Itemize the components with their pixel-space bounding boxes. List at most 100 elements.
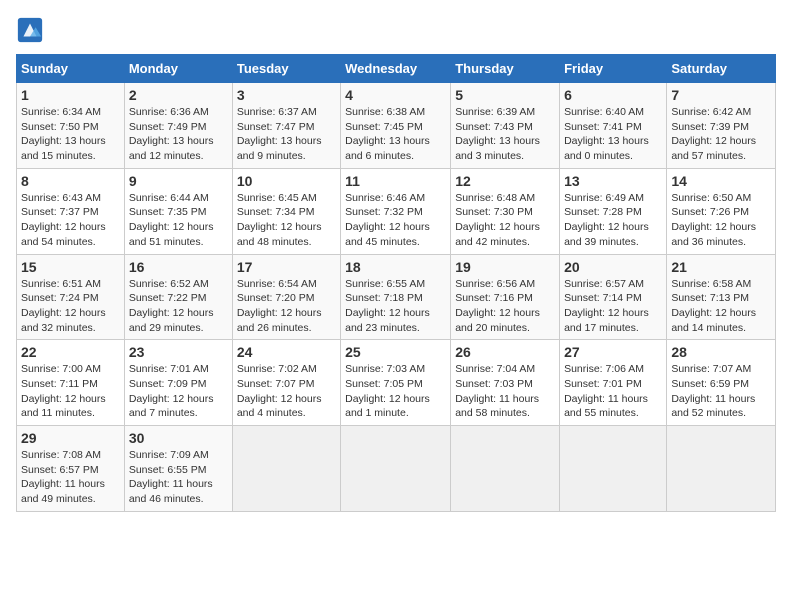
cell-text-line: Sunset: 7:13 PM xyxy=(671,291,771,306)
cell-text-line: Daylight: 12 hours xyxy=(129,392,228,407)
day-number: 27 xyxy=(564,344,662,360)
calendar-cell-26: 26Sunrise: 7:04 AMSunset: 7:03 PMDayligh… xyxy=(451,340,560,426)
day-number: 17 xyxy=(237,259,336,275)
cell-text-line: Daylight: 12 hours xyxy=(345,392,446,407)
calendar-cell-24: 24Sunrise: 7:02 AMSunset: 7:07 PMDayligh… xyxy=(232,340,340,426)
calendar-cell-empty xyxy=(560,426,667,512)
calendar-table: SundayMondayTuesdayWednesdayThursdayFrid… xyxy=(16,54,776,512)
weekday-header-tuesday: Tuesday xyxy=(232,55,340,83)
cell-text-line: and 29 minutes. xyxy=(129,321,228,336)
day-number: 9 xyxy=(129,173,228,189)
cell-text-line: Sunset: 7:03 PM xyxy=(455,377,555,392)
day-number: 7 xyxy=(671,87,771,103)
cell-text-line: and 1 minute. xyxy=(345,406,446,421)
cell-text-line: Sunrise: 6:57 AM xyxy=(564,277,662,292)
cell-text-line: Daylight: 11 hours xyxy=(564,392,662,407)
cell-text-line: and 39 minutes. xyxy=(564,235,662,250)
cell-text-line: and 0 minutes. xyxy=(564,149,662,164)
cell-text-line: Daylight: 12 hours xyxy=(345,306,446,321)
calendar-cell-20: 20Sunrise: 6:57 AMSunset: 7:14 PMDayligh… xyxy=(560,254,667,340)
cell-text-line: and 58 minutes. xyxy=(455,406,555,421)
cell-text-line: Sunset: 7:49 PM xyxy=(129,120,228,135)
calendar-week-2: 8Sunrise: 6:43 AMSunset: 7:37 PMDaylight… xyxy=(17,168,776,254)
cell-text-line: Daylight: 12 hours xyxy=(21,392,120,407)
cell-text-line: and 6 minutes. xyxy=(345,149,446,164)
cell-text-line: Sunrise: 7:02 AM xyxy=(237,362,336,377)
logo xyxy=(16,16,46,44)
cell-text-line: Sunset: 7:09 PM xyxy=(129,377,228,392)
day-number: 10 xyxy=(237,173,336,189)
calendar-cell-17: 17Sunrise: 6:54 AMSunset: 7:20 PMDayligh… xyxy=(232,254,340,340)
weekday-header-sunday: Sunday xyxy=(17,55,125,83)
cell-text-line: and 51 minutes. xyxy=(129,235,228,250)
cell-text-line: Sunrise: 6:34 AM xyxy=(21,105,120,120)
day-number: 1 xyxy=(21,87,120,103)
cell-text-line: Sunset: 7:26 PM xyxy=(671,205,771,220)
cell-text-line: Sunrise: 6:56 AM xyxy=(455,277,555,292)
cell-text-line: Sunset: 7:14 PM xyxy=(564,291,662,306)
cell-text-line: Sunset: 7:01 PM xyxy=(564,377,662,392)
cell-text-line: Sunrise: 7:09 AM xyxy=(129,448,228,463)
cell-text-line: Sunrise: 7:01 AM xyxy=(129,362,228,377)
cell-text-line: Sunset: 7:34 PM xyxy=(237,205,336,220)
weekday-header-thursday: Thursday xyxy=(451,55,560,83)
cell-text-line: Sunrise: 6:43 AM xyxy=(21,191,120,206)
calendar-cell-9: 9Sunrise: 6:44 AMSunset: 7:35 PMDaylight… xyxy=(124,168,232,254)
calendar-cell-19: 19Sunrise: 6:56 AMSunset: 7:16 PMDayligh… xyxy=(451,254,560,340)
cell-text-line: and 42 minutes. xyxy=(455,235,555,250)
cell-text-line: Sunrise: 6:40 AM xyxy=(564,105,662,120)
cell-text-line: and 36 minutes. xyxy=(671,235,771,250)
cell-text-line: and 15 minutes. xyxy=(21,149,120,164)
cell-text-line: Sunset: 7:24 PM xyxy=(21,291,120,306)
cell-text-line: Sunrise: 6:42 AM xyxy=(671,105,771,120)
calendar-cell-8: 8Sunrise: 6:43 AMSunset: 7:37 PMDaylight… xyxy=(17,168,125,254)
page-header xyxy=(16,16,776,44)
calendar-cell-15: 15Sunrise: 6:51 AMSunset: 7:24 PMDayligh… xyxy=(17,254,125,340)
cell-text-line: Daylight: 12 hours xyxy=(671,220,771,235)
cell-text-line: and 23 minutes. xyxy=(345,321,446,336)
cell-text-line: and 7 minutes. xyxy=(129,406,228,421)
day-number: 14 xyxy=(671,173,771,189)
cell-text-line: Sunset: 7:41 PM xyxy=(564,120,662,135)
cell-text-line: and 26 minutes. xyxy=(237,321,336,336)
cell-text-line: Sunset: 7:28 PM xyxy=(564,205,662,220)
cell-text-line: Sunset: 7:30 PM xyxy=(455,205,555,220)
calendar-week-1: 1Sunrise: 6:34 AMSunset: 7:50 PMDaylight… xyxy=(17,83,776,169)
calendar-cell-4: 4Sunrise: 6:38 AMSunset: 7:45 PMDaylight… xyxy=(341,83,451,169)
calendar-cell-27: 27Sunrise: 7:06 AMSunset: 7:01 PMDayligh… xyxy=(560,340,667,426)
cell-text-line: Daylight: 13 hours xyxy=(564,134,662,149)
cell-text-line: Daylight: 12 hours xyxy=(21,306,120,321)
cell-text-line: Sunset: 7:16 PM xyxy=(455,291,555,306)
cell-text-line: Sunrise: 7:08 AM xyxy=(21,448,120,463)
day-number: 28 xyxy=(671,344,771,360)
cell-text-line: and 11 minutes. xyxy=(21,406,120,421)
cell-text-line: Sunrise: 6:36 AM xyxy=(129,105,228,120)
cell-text-line: Daylight: 12 hours xyxy=(455,220,555,235)
cell-text-line: and 46 minutes. xyxy=(129,492,228,507)
calendar-cell-13: 13Sunrise: 6:49 AMSunset: 7:28 PMDayligh… xyxy=(560,168,667,254)
cell-text-line: Sunset: 7:37 PM xyxy=(21,205,120,220)
cell-text-line: Sunrise: 7:07 AM xyxy=(671,362,771,377)
day-number: 21 xyxy=(671,259,771,275)
cell-text-line: and 54 minutes. xyxy=(21,235,120,250)
cell-text-line: and 4 minutes. xyxy=(237,406,336,421)
cell-text-line: and 17 minutes. xyxy=(564,321,662,336)
cell-text-line: Daylight: 11 hours xyxy=(129,477,228,492)
calendar-cell-empty xyxy=(232,426,340,512)
cell-text-line: Daylight: 12 hours xyxy=(21,220,120,235)
day-number: 19 xyxy=(455,259,555,275)
cell-text-line: Sunset: 7:20 PM xyxy=(237,291,336,306)
cell-text-line: Daylight: 12 hours xyxy=(237,306,336,321)
cell-text-line: Sunrise: 7:03 AM xyxy=(345,362,446,377)
day-number: 3 xyxy=(237,87,336,103)
calendar-cell-21: 21Sunrise: 6:58 AMSunset: 7:13 PMDayligh… xyxy=(667,254,776,340)
cell-text-line: Sunrise: 6:38 AM xyxy=(345,105,446,120)
weekday-header-row: SundayMondayTuesdayWednesdayThursdayFrid… xyxy=(17,55,776,83)
cell-text-line: Daylight: 13 hours xyxy=(21,134,120,149)
calendar-week-4: 22Sunrise: 7:00 AMSunset: 7:11 PMDayligh… xyxy=(17,340,776,426)
cell-text-line: Daylight: 13 hours xyxy=(455,134,555,149)
calendar-cell-5: 5Sunrise: 6:39 AMSunset: 7:43 PMDaylight… xyxy=(451,83,560,169)
day-number: 11 xyxy=(345,173,446,189)
cell-text-line: and 20 minutes. xyxy=(455,321,555,336)
cell-text-line: and 12 minutes. xyxy=(129,149,228,164)
